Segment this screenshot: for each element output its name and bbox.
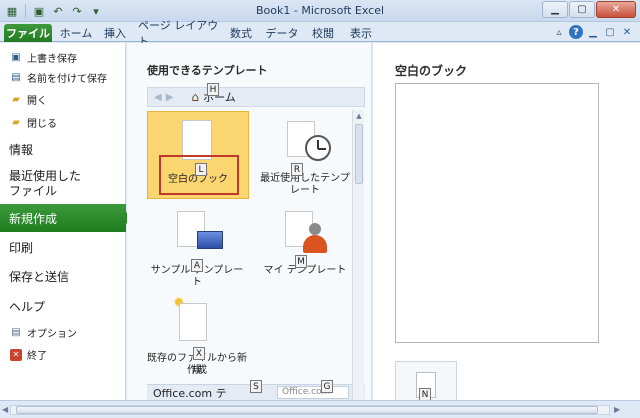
keytip-search: S [250, 380, 262, 393]
doc-minimize-icon[interactable]: ▁ [586, 25, 600, 39]
tab-data[interactable]: データ [264, 24, 300, 42]
nav-options[interactable]: ▤ オプション [0, 324, 126, 341]
preview-title: 空白のブック [395, 64, 468, 78]
clock-icon [305, 135, 331, 161]
doc-restore-icon[interactable]: ▢ [603, 25, 617, 39]
ribbon-tabs: ファイル ホーム 挿入 ページ レイアウト 数式 データ 校閲 表示 ▵ ? ▁… [0, 19, 640, 48]
keytip-blank: L [195, 163, 207, 176]
title-bar: ▦ ▣ ↶ ↷ ▾ Book1 - Microsoft Excel ▁ ▢ ✕ [0, 0, 640, 22]
template-my[interactable]: マイ テンプレート [255, 205, 355, 285]
template-existing[interactable]: ✹ 既存のファイルから新規 作成 [147, 293, 247, 377]
nav-options-label: オプション [27, 329, 77, 340]
template-recent-line1: 最近使用したテンプ [260, 173, 350, 184]
nav-recent-line2: ファイル [9, 184, 58, 198]
scroll-right-icon[interactable]: ▶ [614, 405, 620, 414]
tab-insert[interactable]: 挿入 [100, 24, 130, 42]
nav-info[interactable]: 情報 [0, 139, 126, 159]
nav-exit-label: 終了 [27, 351, 47, 362]
keytip-go: G [321, 380, 333, 393]
blank-doc-icon [182, 120, 212, 160]
tab-view[interactable]: 表示 [346, 24, 376, 42]
keytip-my: M [295, 255, 307, 268]
nav-help[interactable]: ヘルプ [0, 295, 126, 317]
nav-new[interactable]: 新規作成 [0, 204, 132, 232]
nav-save-as-label: 名前を付けて保存 [27, 74, 107, 85]
nav-open[interactable]: ▰ 開く [0, 91, 126, 108]
office-search-input[interactable]: Office.com [277, 386, 349, 399]
home-icon[interactable]: ⌂ [191, 90, 199, 104]
nav-save-as[interactable]: ▤ 名前を付けて保存 [0, 69, 126, 86]
scroll-up-icon[interactable]: ▲ [353, 110, 365, 122]
save-icon: ▣ [11, 52, 21, 63]
nav-print[interactable]: 印刷 [0, 236, 126, 258]
close-folder-icon: ▰ [12, 117, 20, 128]
ribbon-right-controls: ▵ ? ▁ ▢ ✕ [552, 25, 634, 39]
help-icon[interactable]: ? [569, 25, 583, 39]
template-recent-line2: レート [290, 185, 320, 196]
back-arrow-icon[interactable]: ◀ [154, 92, 162, 103]
nav-close[interactable]: ▰ 閉じる [0, 114, 126, 131]
templates-pane: 使用できるテンプレート ◀ ▶ ⌂ ホーム H 空白のブック L 最近使用したテ… [127, 43, 372, 400]
keytip-recent: R [291, 163, 303, 176]
nav-save-label: 上書き保存 [27, 54, 77, 65]
keytip-existing: X [193, 347, 205, 360]
preview-pane: 空白のブック N [373, 43, 640, 401]
nav-new-label: 新規作成 [9, 211, 58, 226]
horizontal-scrollbar[interactable]: ◀ ▶ [0, 400, 640, 418]
template-grid: 空白のブック L 最近使用したテンプ レート R サンプル テンプレート A マ… [147, 109, 359, 384]
tab-page-layout[interactable]: ページ レイアウト [138, 19, 222, 48]
backstage-nav: ▣ 上書き保存 ▤ 名前を付けて保存 ▰ 開く ▰ 閉じる 情報 最近使用した … [0, 43, 132, 400]
preview-thumbnail [395, 83, 599, 343]
keytip-sample: A [191, 259, 203, 272]
template-sample[interactable]: サンプル テンプレート [147, 205, 247, 288]
scrollbar-thumb[interactable] [355, 124, 363, 184]
office-com-label: Office.com テ [153, 386, 227, 400]
templates-scrollbar[interactable]: ▲ [352, 110, 364, 400]
keytip-home: H [207, 83, 219, 96]
nav-close-label: 閉じる [27, 119, 57, 130]
exit-icon: ✕ [10, 348, 22, 361]
save-as-icon: ▤ [11, 72, 21, 83]
ribbon-minimize-icon[interactable]: ▵ [552, 25, 566, 39]
nav-recent-line1: 最近使用した [9, 169, 82, 183]
monitor-icon [197, 231, 223, 249]
person-icon [301, 221, 329, 255]
doc-close-icon[interactable]: ✕ [620, 25, 634, 39]
window-controls: ▁ ▢ ✕ [542, 1, 636, 18]
nav-exit[interactable]: ✕ 終了 [0, 346, 126, 363]
scroll-left-icon[interactable]: ◀ [2, 405, 8, 414]
nav-recent[interactable]: 最近使用した ファイル [0, 167, 126, 201]
tab-review[interactable]: 校閲 [308, 24, 338, 42]
forward-arrow-icon[interactable]: ▶ [166, 92, 174, 103]
existing-doc-icon [179, 303, 207, 341]
maximize-button[interactable]: ▢ [569, 1, 595, 18]
template-recent[interactable]: 最近使用したテンプ レート [255, 111, 355, 199]
tab-home[interactable]: ホーム [58, 24, 94, 42]
tab-file[interactable]: ファイル [4, 24, 52, 42]
options-icon: ▤ [11, 327, 21, 338]
nav-save-send[interactable]: 保存と送信 [0, 265, 126, 287]
open-folder-icon: ▰ [12, 94, 20, 105]
tab-formulas[interactable]: 数式 [226, 24, 256, 42]
minimize-button[interactable]: ▁ [542, 1, 568, 18]
scrollbar-thumb[interactable] [16, 406, 598, 414]
nav-save[interactable]: ▣ 上書き保存 [0, 49, 126, 66]
breadcrumb: ◀ ▶ ⌂ ホーム [147, 87, 365, 107]
nav-open-label: 開く [27, 96, 47, 107]
close-button[interactable]: ✕ [596, 1, 636, 18]
templates-section-title: 使用できるテンプレート [147, 64, 268, 77]
template-existing-line2: 作成 [187, 365, 207, 376]
